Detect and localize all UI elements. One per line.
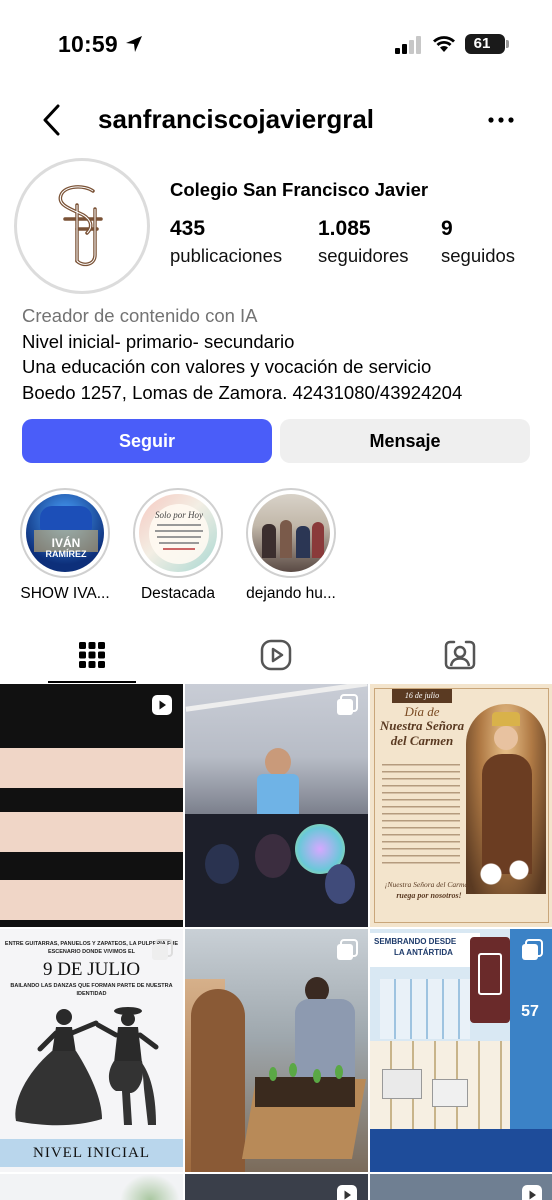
message-button[interactable]: Mensaje (280, 419, 530, 463)
reel-icon (337, 1185, 357, 1200)
post-text-title-3: del Carmen (390, 733, 454, 748)
story-highlight[interactable]: dejando hu... (246, 488, 336, 602)
post-thumbnail[interactable] (370, 1174, 552, 1200)
profile-header: sanfranciscojaviergral (0, 92, 552, 148)
post-text-date: 16 de julio (392, 689, 452, 703)
highlight-thumb-title: IVÁN (51, 536, 81, 550)
status-bar: 10:59 61 (0, 0, 552, 88)
highlight-ring: IVÁN RAMÍREZ (20, 488, 110, 578)
story-highlight[interactable]: Solo por Hoy Destacada (133, 488, 223, 602)
school-logo-icon (25, 169, 139, 283)
back-chevron-icon[interactable] (38, 102, 68, 138)
highlight-thumb-title: Solo por Hoy (155, 510, 203, 520)
post-text-prayer-1: ¡Nuestra Señora del Carmen, (384, 880, 474, 889)
location-arrow-icon (126, 36, 142, 52)
stat-followers-label: seguidores (318, 245, 409, 266)
profile-username: sanfranciscojaviergral (98, 104, 375, 134)
highlight-thumbnail: IVÁN RAMÍREZ (26, 494, 104, 572)
wifi-icon (433, 36, 455, 52)
cellular-signal-icon (395, 36, 421, 54)
bio-line: Una educación con valores y vocación de … (22, 356, 432, 377)
highlight-thumbnail: Solo por Hoy (139, 494, 217, 572)
stat-posts-label: publicaciones (170, 245, 283, 266)
tab-reels[interactable] (184, 626, 368, 684)
tab-tagged[interactable] (368, 626, 552, 684)
tab-posts-grid[interactable] (0, 626, 184, 684)
battery-level-text: 61 (473, 35, 491, 52)
grid-icon (79, 642, 105, 668)
stat-posts[interactable]: 435 publicaciones (170, 217, 282, 267)
reel-icon (152, 695, 172, 715)
battery-cap (506, 40, 509, 48)
post-thumbnail[interactable]: SEMBRANDO DESDE LA ANTÁRTIDA 57 (370, 929, 552, 1172)
post-text-headline-4: IDENTIDAD (76, 991, 107, 997)
highlight-thumb-subtitle: RAMÍREZ (45, 549, 87, 559)
post-text-banner-line-2: LA ANTÁRTIDA (394, 948, 453, 957)
stat-following-label: seguidos (441, 245, 516, 266)
profile-display-name: Colegio San Francisco Javier (170, 179, 429, 200)
carousel-icon (337, 939, 358, 960)
post-thumbnail[interactable] (185, 1174, 368, 1200)
post-thumbnail[interactable] (0, 684, 183, 927)
post-text-banner: SEMBRANDO DESDE LA ANTÁRTIDA (370, 933, 480, 967)
profile-avatar[interactable] (14, 158, 150, 294)
posts-grid: 16 de julio Día de Nuestra Señora del Ca… (0, 684, 552, 1200)
post-text-prayer-2: ruega por nosotros! (396, 891, 462, 900)
highlight-ring: Solo por Hoy (133, 488, 223, 578)
post-text-number: 57 (521, 1003, 539, 1020)
active-tab-indicator (48, 681, 136, 683)
post-thumbnail[interactable]: ENTRE GUITARRAS, PAÑUELOS Y ZAPATEOS, LA… (0, 929, 183, 1172)
bio-line: Nivel inicial- primario- secundario (22, 330, 295, 352)
post-text-date: 9 DE JULIO (42, 959, 141, 980)
post-text-headline-3: BAILANDO LAS DANZAS QUE FORMAN PARTE DE … (10, 983, 173, 989)
carousel-icon (522, 939, 543, 960)
tagged-icon (444, 640, 476, 670)
post-thumbnail[interactable]: 16 de julio Día de Nuestra Señora del Ca… (370, 684, 552, 927)
profile-bio: Creador de contenido con IA Nivel inicia… (22, 303, 462, 405)
stat-posts-number: 435 (170, 217, 206, 240)
bio-line: Boedo 1257, Lomas de Zamora. 42431080/43… (22, 381, 463, 403)
dancers-illustration (15, 1007, 159, 1126)
highlight-ring (246, 488, 336, 578)
post-thumbnail[interactable] (185, 684, 368, 927)
follow-button[interactable]: Seguir (22, 419, 272, 463)
stat-followers-number: 1.085 (318, 217, 371, 240)
profile-tabs (0, 626, 552, 684)
post-text-title-2: Nuestra Señora (379, 718, 465, 733)
post-thumbnail[interactable] (185, 929, 368, 1172)
more-options-icon[interactable] (486, 106, 516, 134)
highlight-label: dejando hu... (246, 585, 336, 602)
stat-followers[interactable]: 1.085 seguidores (318, 217, 409, 267)
reel-icon (522, 1185, 542, 1200)
story-highlight[interactable]: IVÁN RAMÍREZ SHOW IVA... (20, 488, 110, 602)
battery-icon: 61 (465, 34, 505, 54)
stat-following[interactable]: 9 seguidos (441, 217, 515, 267)
post-text-banner-line-1: SEMBRANDO DESDE (374, 937, 457, 946)
stat-following-number: 9 (441, 217, 453, 240)
profile-category: Creador de contenido con IA (22, 305, 258, 326)
reels-icon (260, 639, 292, 671)
highlight-thumbnail (252, 494, 330, 572)
post-text-footer: NIVEL INICIAL (0, 1139, 183, 1167)
carousel-icon (337, 694, 358, 715)
post-thumbnail[interactable] (0, 1174, 183, 1200)
status-time: 10:59 (58, 31, 118, 57)
carousel-icon (152, 939, 173, 960)
